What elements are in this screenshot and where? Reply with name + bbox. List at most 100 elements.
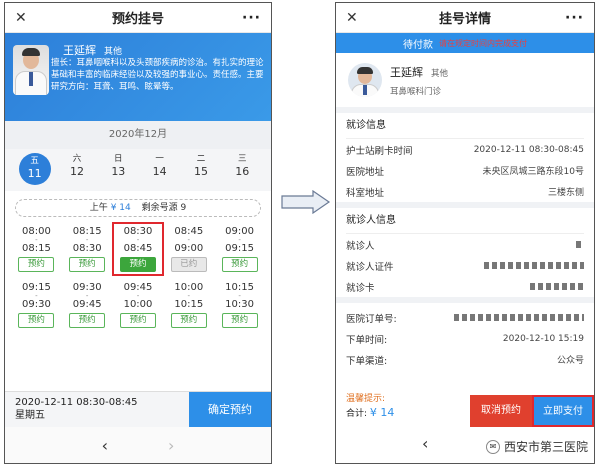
date-item[interactable]: 日 13 [103,153,133,185]
date-number: 15 [193,165,208,178]
date-number: 12 [69,165,84,178]
month-label: 2020年12月 [5,121,271,149]
date-week: 五 [30,156,39,166]
row-label: 科室地址 [346,187,385,199]
info-row: 下单渠道: 公众号 [346,349,584,370]
doctor-title-tag: 其他 [104,47,123,57]
book-button[interactable]: 预约 [18,313,55,328]
info-row: 下单时间: 2020-12-10 15:19 [346,328,584,349]
date-item[interactable]: 二 15 [186,153,216,185]
row-value: 公众号 [556,356,584,366]
row-label: 就诊人 [346,240,375,252]
slot-end: 08:15 [21,243,51,254]
date-item[interactable]: 一 14 [145,153,175,185]
status-text: 待付款 [403,39,433,51]
date-week: 日 [114,154,123,164]
time-slot: 09:45-10:00 预约 [113,279,164,331]
book-button-selected[interactable]: 预约 [119,257,156,272]
time-slot-grid: 08:00-08:15 预约 08:15-08:30 预约 08:30-08:45 预… [5,222,271,331]
selected-weekday: 星期五 [15,410,45,421]
booking-screen: ✕ 预约挂号 ··· 王延辉 其他 擅长：耳鼻咽喉科以及头颈部疾病的诊治。有扎实的… [4,2,272,464]
book-button[interactable]: 预约 [170,313,207,328]
date-number: 13 [111,165,126,178]
close-icon[interactable]: ✕ [15,10,35,26]
time-slot-selected: 08:30-08:45 预约 [111,222,165,276]
doctor-name: 王延辉 其他 [390,64,448,80]
page-title: 预约挂号 [111,12,164,27]
doctor-avatar [348,63,382,97]
page-title: 挂号详情 [438,12,491,27]
forward-icon[interactable]: › [168,436,174,455]
info-row: 就诊人 [346,234,584,255]
order-detail-screen: ✕ 挂号详情 ··· 待付款 请在规定时间内完成支付 王延辉 其他 耳鼻喉科门诊 … [335,2,595,464]
wechat-icon: ✉ [485,439,500,454]
payment-status-bar: 待付款 请在规定时间内完成支付 [336,33,594,53]
close-icon[interactable]: ✕ [346,10,366,26]
date-number: 16 [235,165,250,178]
date-picker: 五 11 六 12 日 13 一 14 二 15 三 16 [5,149,271,191]
section-heading: 就诊信息 [346,113,584,139]
status-note: 请在规定时间内完成支付 [439,38,527,48]
info-row: 就诊卡 [346,276,584,297]
time-slot: 09:00-09:15 预约 [214,223,265,275]
time-slot: 08:00-08:15 预约 [11,223,62,275]
total-label: 合计: [346,409,368,419]
time-slot: 09:30-09:45 预约 [62,279,113,331]
slot-end: 08:45 [123,243,153,254]
section-heading: 就诊人信息 [346,208,584,234]
date-item[interactable]: 五 11 [18,153,51,185]
watermark: ✉ 西安市第三医院 [485,438,588,455]
more-icon[interactable]: ··· [564,10,584,26]
book-button[interactable]: 预约 [119,313,156,328]
row-value: 未央区凤城三路东段10号 [482,167,584,177]
book-button[interactable]: 预约 [69,313,106,328]
quota-banner: 上午 ¥ 14 剩余号源 9 [15,199,261,217]
book-button[interactable]: 预约 [69,257,106,272]
doctor-name-text: 王延辉 [63,44,96,57]
row-label: 下单时间: [346,334,388,346]
total-info: 温馨提示: 合计: ¥ 14 [336,392,470,427]
back-icon[interactable]: ‹ [422,434,428,453]
time-slot: 10:00-10:15 预约 [163,279,214,331]
slot-end: 09:00 [174,243,204,254]
slot-end: 10:00 [123,299,153,310]
cancel-booking-button[interactable]: 取消预约 [470,395,532,427]
doctor-intro: 擅长：耳鼻咽喉科以及头颈部疾病的诊治。有扎实的理论基础和丰富的临床经验以及较强的… [51,58,264,92]
doctor-avatar [13,45,49,95]
book-button[interactable]: 预约 [221,257,258,272]
info-row: 医院订单号: [346,307,584,328]
right-arrow-icon [281,190,331,214]
date-week: 一 [155,154,164,164]
confirm-booking-button[interactable]: 确定预约 [189,392,271,427]
book-button[interactable]: 预约 [18,257,55,272]
doctor-summary: 王延辉 其他 耳鼻喉科门诊 [336,53,594,113]
info-row: 就诊人证件 [346,255,584,276]
pay-now-button[interactable]: 立即支付 [532,395,594,427]
back-icon[interactable]: ‹ [102,436,108,455]
row-label: 医院地址 [346,166,385,178]
visit-info-section: 就诊信息 护士站刷卡时间 2020-12-11 08:30-08:45 医院地址 未… [336,113,594,208]
more-icon[interactable]: ··· [241,10,261,26]
payment-footer: 温馨提示: 合计: ¥ 14 取消预约 立即支付 [336,385,594,427]
date-number: 14 [152,165,167,178]
row-value: 2020-12-11 08:30-08:45 [473,144,584,155]
redacted-value [484,262,584,269]
selected-datetime: 2020-12-11 08:30-08:45 [15,397,138,408]
date-item[interactable]: 三 16 [227,153,257,185]
book-button[interactable]: 预约 [221,313,258,328]
date-item[interactable]: 六 12 [62,153,92,185]
row-value: 三楼东侧 [547,188,584,198]
top-bar: ✕ 挂号详情 ··· [336,3,594,33]
row-label: 护士站刷卡时间 [346,145,413,157]
time-slot: 10:15-10:30 预约 [214,279,265,331]
info-row: 医院地址 未央区凤城三路东段10号 [346,160,584,181]
patient-info-section: 就诊人信息 就诊人 就诊人证件 就诊卡 [336,208,594,303]
slot-end: 08:30 [72,243,102,254]
tip-label: 温馨提示: [346,394,386,404]
booking-footer: 2020-12-11 08:30-08:45 星期五 确定预约 [5,391,271,427]
redacted-value [530,283,584,290]
row-value: 2020-12-10 15:19 [502,333,584,344]
total-amount: ¥ 14 [369,406,395,419]
slot-end: 10:30 [225,299,254,310]
date-week: 六 [72,154,82,164]
